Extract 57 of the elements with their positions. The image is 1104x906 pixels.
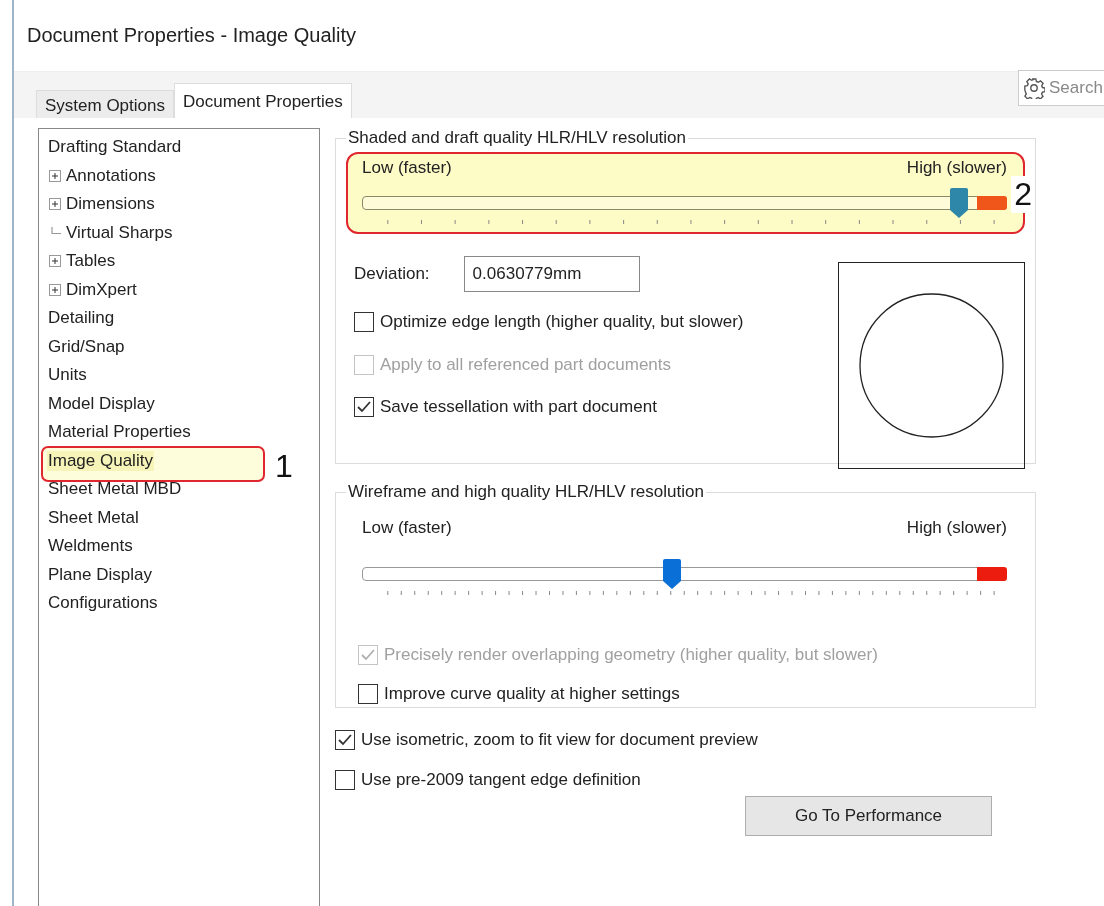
checkbox-label: Save tessellation with part document	[380, 397, 657, 417]
high-range-marker	[977, 567, 1007, 581]
slider-thumb[interactable]	[661, 559, 682, 589]
expand-icon[interactable]	[49, 169, 61, 182]
tree-item[interactable]: Weldments	[47, 536, 134, 557]
tree-item[interactable]: Annotations	[65, 165, 157, 186]
tree-item[interactable]: Virtual Sharps	[65, 222, 174, 243]
tree-item[interactable]: Sheet Metal MBD	[47, 479, 183, 500]
tree-item[interactable]: Units	[47, 365, 88, 386]
checkbox-label: Use isometric, zoom to fit view for document preview	[361, 730, 758, 750]
checkbox[interactable]	[358, 684, 378, 704]
tree-item[interactable]: Dimensions	[65, 194, 156, 215]
tree-item[interactable]: Model Display	[47, 393, 156, 414]
tree-item[interactable]: Grid/Snap	[47, 336, 126, 357]
tree-item[interactable]: Drafting Standard	[47, 137, 183, 158]
slider-thumb[interactable]	[948, 188, 969, 218]
tree-item[interactable]: Detailing	[47, 308, 116, 329]
search-field[interactable]: Search	[1018, 70, 1104, 106]
check-icon	[356, 399, 372, 415]
expand-icon[interactable]	[49, 255, 61, 268]
checkbox-label: Improve curve quality at higher settings	[384, 684, 680, 704]
low-label: Low (faster)	[362, 518, 452, 539]
tree-item[interactable]: Plane Display	[47, 564, 153, 585]
settings-icon	[1023, 77, 1045, 99]
check-icon	[360, 647, 376, 663]
high-label: High (slower)	[906, 518, 1007, 539]
tab[interactable]: System Options	[36, 90, 174, 118]
checkbox[interactable]	[354, 397, 374, 417]
high-label: High (slower)	[906, 158, 1007, 179]
checkbox-label: Optimize edge length (higher quality, but slower)	[380, 312, 744, 332]
group-title: Wireframe and high quality HLR/HLV resolution	[347, 482, 705, 502]
tree-item[interactable]: Configurations	[47, 593, 159, 614]
checkbox-label: Precisely render overlapping geometry (higher quality, but slower)	[384, 645, 878, 665]
checkbox[interactable]	[335, 770, 355, 790]
search-placeholder: Search	[1049, 78, 1103, 98]
callout-number: 1	[275, 447, 293, 485]
slider[interactable]	[362, 188, 1007, 218]
tree-item[interactable]: DimXpert	[65, 279, 138, 300]
checkbox-label: Use pre-2009 tangent edge definition	[361, 770, 641, 790]
expand-icon[interactable]	[49, 283, 61, 296]
tree-item[interactable]: Material Properties	[47, 422, 192, 443]
deviation-field[interactable]: 0.0630779mm	[463, 256, 640, 292]
checkbox-label: Apply to all referenced part documents	[380, 354, 672, 375]
slider[interactable]	[362, 559, 1007, 589]
low-label: Low (faster)	[362, 158, 452, 179]
tab[interactable]: Document Properties	[174, 83, 352, 118]
tree-item[interactable]: Image Quality	[47, 450, 154, 471]
checkbox[interactable]	[354, 312, 374, 332]
expand-icon[interactable]	[49, 198, 61, 211]
deviation-label: Deviation:	[354, 264, 430, 284]
high-range-marker	[977, 196, 1007, 210]
tree-item[interactable]: Sheet Metal	[47, 507, 140, 528]
go-to-performance-button[interactable]: Go To Performance	[745, 796, 992, 836]
tree-item[interactable]: Tables	[65, 251, 117, 272]
group-title: Shaded and draft quality HLR/HLV resolution	[347, 128, 687, 148]
checkbox[interactable]	[335, 730, 355, 750]
check-icon	[337, 732, 353, 748]
